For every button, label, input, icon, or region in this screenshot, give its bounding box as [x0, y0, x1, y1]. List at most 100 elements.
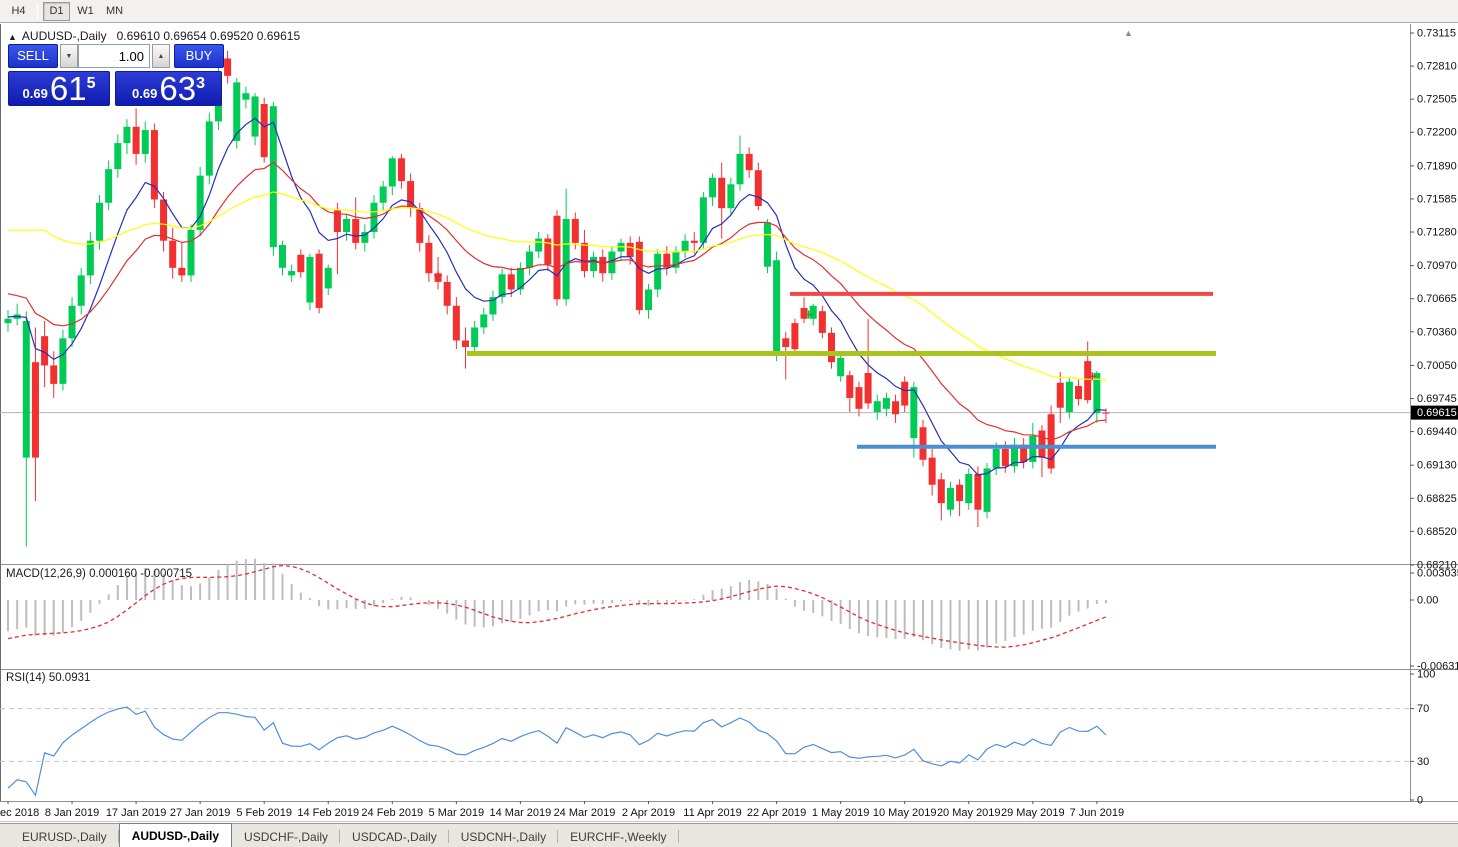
candle — [709, 178, 716, 198]
candle — [160, 199, 167, 240]
buy-price-main: 63 — [159, 74, 196, 104]
candle — [123, 127, 130, 143]
chart-tab-eurusd-daily[interactable]: EURUSD-,Daily — [10, 826, 119, 847]
candle — [242, 93, 249, 100]
candle — [764, 222, 771, 266]
candle — [471, 327, 478, 347]
candle — [874, 401, 881, 412]
candle — [773, 260, 780, 351]
candle — [846, 375, 853, 398]
date-label: 24 Mar 2019 — [554, 807, 616, 819]
candle — [206, 121, 213, 175]
svg-text:0.70050: 0.70050 — [1417, 360, 1457, 372]
candle — [974, 474, 981, 510]
svg-text:70: 70 — [1417, 703, 1429, 715]
date-label: 1 May 2019 — [812, 807, 869, 819]
svg-text:0.69130: 0.69130 — [1417, 460, 1457, 472]
candle — [178, 268, 185, 276]
buy-price-prefix: 0.69 — [132, 86, 157, 101]
candle — [865, 373, 872, 403]
date-label: 5 Mar 2019 — [429, 807, 485, 819]
date-label: 30 Dec 2018 — [0, 807, 39, 819]
sell-button[interactable]: SELL — [8, 44, 58, 68]
candle — [306, 257, 313, 303]
chart-tab-eurchf-weekly[interactable]: EURCHF-,Weekly — [558, 826, 678, 847]
svg-text:0.71280: 0.71280 — [1417, 227, 1457, 239]
candle — [993, 449, 1000, 469]
candle — [96, 203, 103, 241]
candle — [782, 338, 789, 347]
candle — [563, 219, 570, 299]
candle — [5, 319, 12, 323]
date-label: 11 Apr 2019 — [683, 807, 742, 819]
candle — [480, 314, 487, 327]
candle — [261, 104, 268, 157]
timeframe-button-mn[interactable]: MN — [101, 2, 128, 21]
candle — [901, 382, 908, 406]
candle — [682, 241, 689, 252]
candle — [279, 245, 286, 268]
candle — [343, 219, 350, 232]
timeframe-button-h4[interactable]: H4 — [5, 2, 32, 21]
chart-tab-usdcad-daily[interactable]: USDCAD-,Daily — [340, 826, 449, 847]
candle — [819, 311, 826, 333]
macd-indicator-label: MACD(12,26,9) 0.000160 -0.000715 — [6, 568, 192, 580]
date-label: 10 May 2019 — [873, 807, 937, 819]
svg-text:0.70360: 0.70360 — [1417, 326, 1457, 338]
candle — [114, 143, 121, 169]
candle — [23, 321, 30, 458]
candle — [188, 230, 195, 276]
candle — [1084, 361, 1091, 400]
candle — [270, 106, 277, 247]
candle — [718, 178, 725, 208]
candle — [169, 241, 176, 268]
candle — [224, 58, 231, 75]
trading-app-window: H4D1W1MN 0.731150.728100.725050.722000.7… — [0, 0, 1458, 847]
candle — [105, 169, 112, 203]
candle — [316, 254, 323, 308]
date-label: 29 May 2019 — [1001, 807, 1065, 819]
candle — [233, 82, 240, 141]
candle — [389, 158, 396, 186]
date-label: 17 Jan 2019 — [106, 807, 167, 819]
sell-price-main: 61 — [50, 74, 87, 104]
buy-price-pip: 3 — [196, 77, 205, 91]
candle — [78, 275, 85, 305]
candle — [810, 306, 817, 319]
timeframe-toolbar: H4 D1W1MN — [0, 0, 1458, 23]
candle — [416, 208, 423, 243]
volume-input[interactable] — [78, 44, 150, 68]
timeframe-button-d1[interactable]: D1 — [43, 2, 70, 21]
svg-text:0.72200: 0.72200 — [1417, 127, 1457, 139]
date-label: 27 Jan 2019 — [170, 807, 231, 819]
date-label: 2 Apr 2019 — [622, 807, 675, 819]
svg-text:0.72810: 0.72810 — [1417, 61, 1457, 73]
svg-text:0.69745: 0.69745 — [1417, 393, 1457, 405]
candle — [1066, 382, 1073, 412]
candle — [50, 365, 57, 383]
volume-increase-button[interactable]: ▲ — [152, 44, 170, 68]
chart-region[interactable]: 0.731150.728100.725050.722000.718900.715… — [0, 24, 1458, 822]
chart-canvas[interactable]: 0.731150.728100.725050.722000.718900.715… — [0, 24, 1458, 822]
buy-price-panel[interactable]: 0.69 63 3 — [115, 71, 222, 106]
svg-text:100: 100 — [1417, 669, 1435, 681]
svg-text:0.00: 0.00 — [1417, 595, 1438, 607]
chart-tab-audusd-daily[interactable]: AUDUSD-,Daily — [119, 823, 232, 847]
chart-scroll-marker-icon[interactable]: ▲ — [1124, 28, 1133, 38]
candle — [142, 130, 149, 154]
chart-tab-usdchf-daily[interactable]: USDCHF-,Daily — [232, 826, 340, 847]
candle — [837, 358, 844, 376]
date-label: 7 Jun 2019 — [1070, 807, 1124, 819]
buy-button[interactable]: BUY — [174, 44, 224, 68]
candle — [700, 197, 707, 243]
chart-tab-usdcnh-daily[interactable]: USDCNH-,Daily — [449, 826, 558, 847]
svg-text:0: 0 — [1417, 795, 1423, 807]
svg-text:0.72505: 0.72505 — [1417, 94, 1457, 106]
candle — [133, 127, 140, 154]
timeframe-button-w1[interactable]: W1 — [72, 2, 99, 21]
sell-price-panel[interactable]: 0.69 61 5 — [8, 71, 110, 106]
candle — [801, 308, 808, 319]
candle — [462, 340, 469, 347]
candle — [398, 158, 405, 181]
volume-decrease-button[interactable]: ▼ — [60, 44, 78, 68]
